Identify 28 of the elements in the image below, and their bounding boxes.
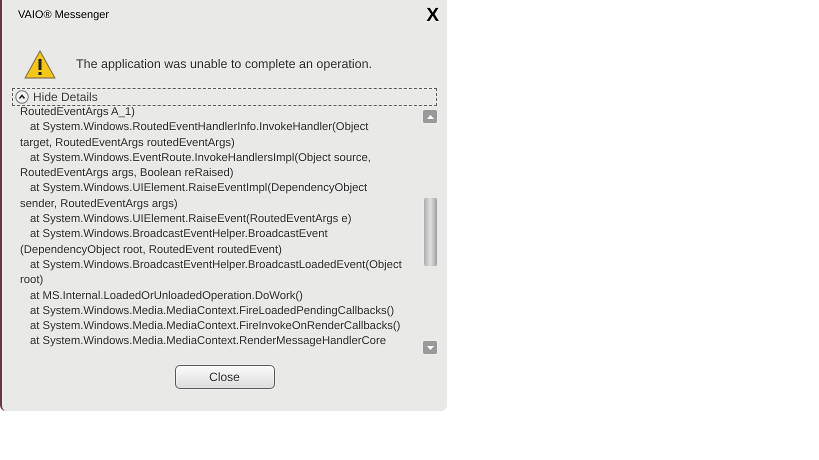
stack-trace-line: at System.Windows.Media.MediaContext.RenderMessageHandlerCore <box>29 334 388 350</box>
stack-trace-line: at System.Windows.UIElement.RaiseEvent(RoutedEventArgs e) <box>29 212 352 228</box>
stack-trace-line: root) <box>20 273 44 288</box>
stack-trace-line: at System.Windows.Media.MediaContext.FireLoadedPendingCallbacks() <box>29 304 396 319</box>
scroll-down-button[interactable] <box>423 341 437 354</box>
chevron-up-icon <box>15 90 29 104</box>
stack-trace-line: target, RoutedEventArgs routedEventArgs) <box>20 136 236 151</box>
scroll-up-button[interactable] <box>423 110 437 123</box>
stack-trace-line: sender, RoutedEventArgs args) <box>20 196 179 212</box>
window-close-button[interactable]: X <box>422 6 443 24</box>
close-dialog-button[interactable]: Close <box>174 365 274 389</box>
stack-trace-line: at System.Windows.RoutedEventHandlerInfo.InvokeHandler(Object <box>29 120 370 136</box>
details-toggle[interactable]: Hide Details <box>12 88 437 106</box>
stack-trace-line: at System.Windows.BroadcastEventHelper.BroadcastLoadedEvent(Object <box>29 258 403 273</box>
stack-trace-line: RoutedEventArgs args, Boolean reRaised) <box>20 166 235 182</box>
stack-trace-line: at System.Windows.Media.MediaContext.FireInvokeOnRenderCallbacks() <box>29 319 402 334</box>
error-message: The application was unable to complete an operation. <box>76 56 372 73</box>
scrollbar-thumb[interactable] <box>424 198 436 266</box>
down-arrow-icon <box>426 346 434 350</box>
stack-trace-line: at MS.Internal.LoadedOrUnloadedOperation.DoWork() <box>29 288 304 304</box>
stack-trace-line: (DependencyObject root, RoutedEvent routedEvent) <box>20 242 283 258</box>
warning-icon <box>24 50 56 78</box>
up-arrow-icon <box>426 114 434 118</box>
stack-trace-line: at System.Windows.UIElement.RaiseEventImpl(DependencyObject <box>29 181 368 196</box>
stack-trace-line: at System.Windows.BroadcastEventHelper.BroadcastEvent <box>29 227 329 242</box>
stack-trace-line: RoutedEventArgs A_1) <box>20 107 136 120</box>
window-title: VAIO® Messenger <box>18 8 110 23</box>
stack-trace-line: at System.Windows.EventRoute.InvokeHandlersImpl(Object source, <box>29 150 372 166</box>
